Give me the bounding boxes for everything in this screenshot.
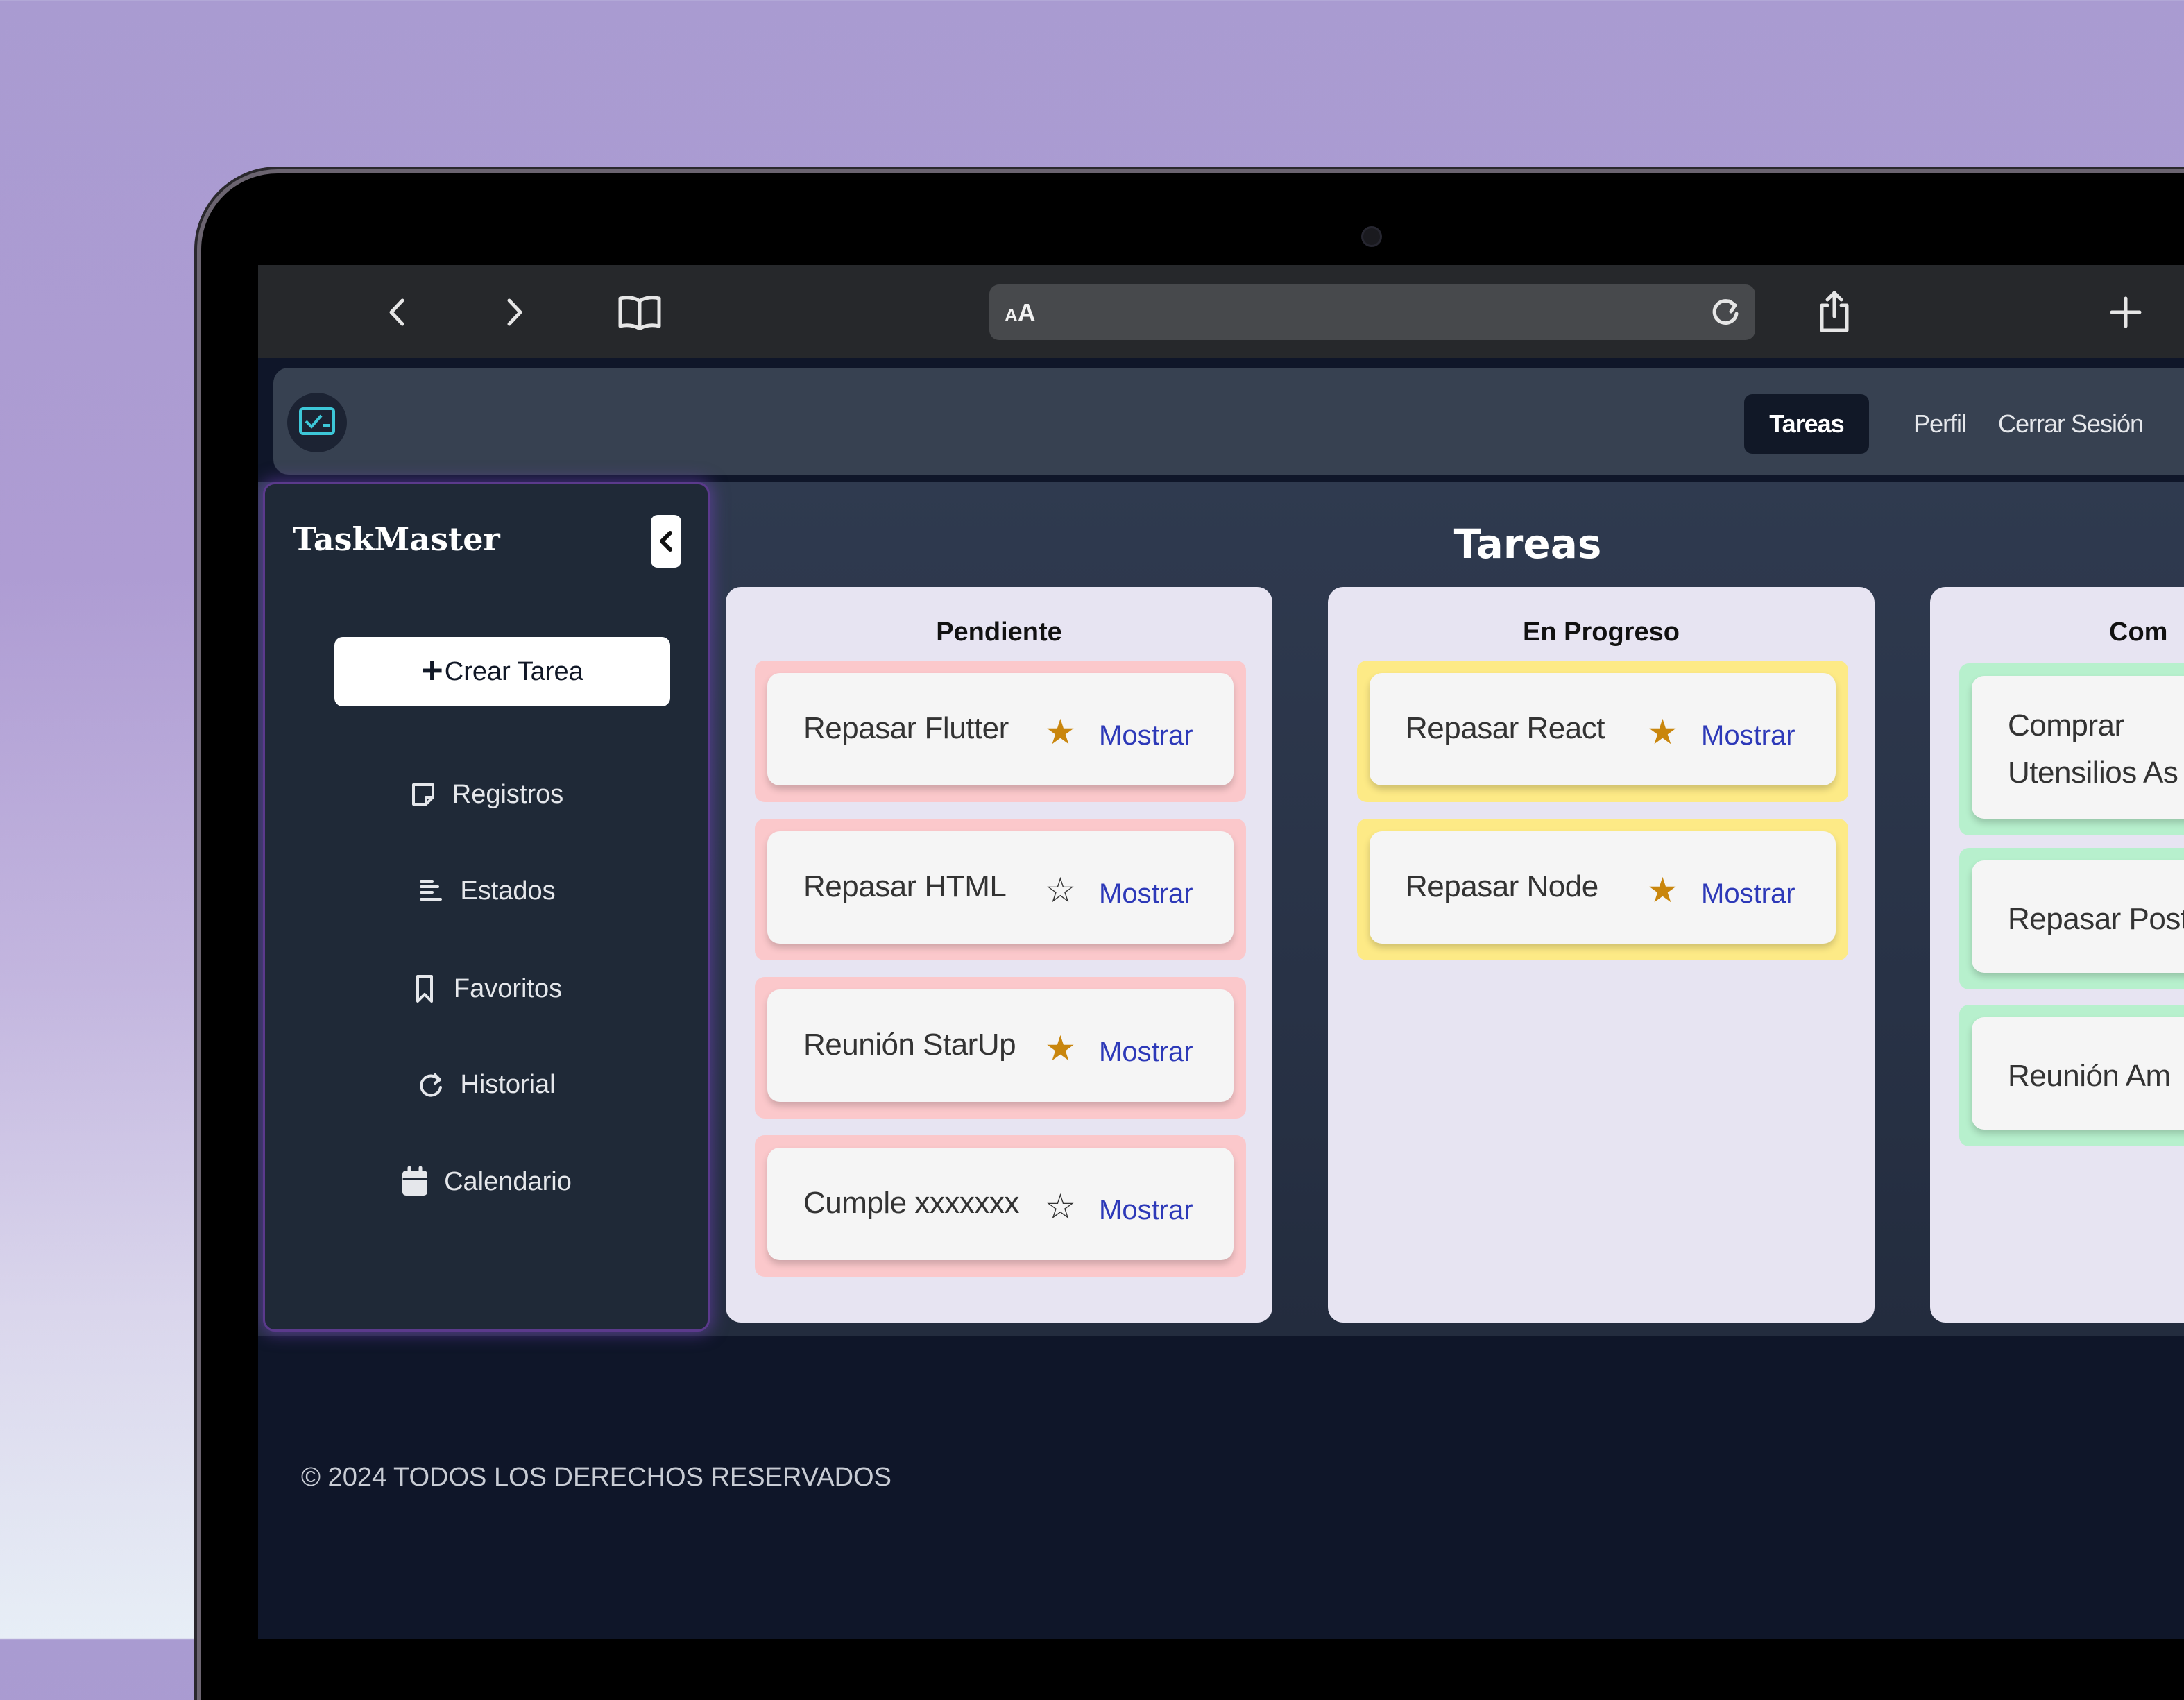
column-title: Pendiente: [936, 618, 1062, 647]
task-card[interactable]: Repasar Node ★ Mostrar: [1357, 819, 1848, 960]
camera-dot: [1361, 226, 1382, 247]
column-title: En Progreso: [1523, 618, 1680, 647]
app-logo[interactable]: [287, 393, 347, 452]
column-pendiente: Pendiente Repasar Flutter ★ Mostrar Repa…: [726, 587, 1272, 1323]
task-card[interactable]: Repasar HTML ☆ Mostrar: [755, 819, 1246, 960]
task-card-body: Repasar HTML ☆ Mostrar: [767, 831, 1234, 944]
task-card[interactable]: Comprar Utensilios As: [1959, 663, 2184, 835]
create-task-button[interactable]: + Crear Tarea: [334, 637, 670, 706]
address-bar[interactable]: AA: [989, 284, 1755, 340]
task-card-body: Repasar Node ★ Mostrar: [1370, 831, 1836, 944]
task-card-body: Repasar React ★ Mostrar: [1370, 673, 1836, 785]
column-title: Com: [2109, 618, 2168, 647]
forward-button[interactable]: [487, 284, 543, 340]
task-title-line-1: Comprar: [2008, 708, 2124, 742]
note-icon: [411, 783, 434, 806]
show-link[interactable]: Mostrar: [1099, 1037, 1193, 1068]
calendar-icon: [402, 1166, 428, 1196]
screen: AA Tareas Perfil Cerrar Sesión TaskMaste…: [258, 265, 2184, 1639]
collapse-sidebar-button[interactable]: [651, 515, 681, 568]
nav-cerrar-sesion[interactable]: Cerrar Sesión: [1998, 394, 2184, 454]
task-title: Repasar Flutter: [803, 711, 1009, 745]
show-link[interactable]: Mostrar: [1701, 720, 1795, 751]
task-title: Repasar Node: [1406, 869, 1598, 903]
show-link[interactable]: Mostrar: [1701, 878, 1795, 910]
task-logo-icon: [299, 407, 335, 435]
star-outline-icon[interactable]: ☆: [1045, 1189, 1076, 1224]
nav-perfil[interactable]: Perfil: [1894, 394, 1986, 454]
browser-toolbar: AA: [258, 265, 2184, 358]
show-link[interactable]: Mostrar: [1099, 720, 1193, 751]
show-link[interactable]: Mostrar: [1099, 1195, 1193, 1226]
reload-icon: [1712, 299, 1739, 325]
task-card[interactable]: Reunión StarUp ★ Mostrar: [755, 977, 1246, 1119]
task-title: Reunión StarUp: [803, 1028, 1016, 1062]
share-icon: [1820, 291, 1849, 332]
chevron-right-icon: [507, 298, 522, 326]
sidebar-item-calendario[interactable]: Calendario: [265, 1157, 708, 1206]
chevron-left-icon: [389, 298, 404, 326]
reader-text-size[interactable]: AA: [1005, 298, 1036, 328]
sidebar-item-registros[interactable]: Registros: [265, 770, 708, 819]
column-en-progreso: En Progreso Repasar React ★ Mostrar Repa…: [1328, 587, 1875, 1323]
sidebar-item-label: Calendario: [444, 1166, 572, 1196]
star-filled-icon[interactable]: ★: [1647, 715, 1678, 749]
refresh-icon: [420, 1073, 443, 1097]
share-button[interactable]: [1807, 284, 1862, 340]
top-navbar: Tareas Perfil Cerrar Sesión: [273, 368, 2184, 475]
back-button[interactable]: [369, 284, 425, 340]
star-outline-icon[interactable]: ☆: [1045, 873, 1076, 908]
sidebar-item-label: Estados: [460, 876, 556, 906]
sidebar: TaskMaster + Crear Tarea Registros Estad…: [265, 484, 708, 1329]
task-card-body: Reunión StarUp ★ Mostrar: [767, 989, 1234, 1102]
task-card[interactable]: Repasar Post: [1959, 848, 2184, 989]
nav-tareas[interactable]: Tareas: [1744, 394, 1869, 454]
task-card[interactable]: Reunión Am: [1959, 1005, 2184, 1146]
bookmarks-button[interactable]: [612, 284, 667, 340]
plus-icon: +: [421, 649, 443, 691]
book-icon: [618, 296, 661, 330]
task-title: Cumple xxxxxxx: [803, 1186, 1019, 1220]
brand-title: TaskMaster: [293, 520, 500, 558]
sidebar-item-label: Registros: [452, 779, 564, 809]
sidebar-item-label: Historial: [460, 1069, 556, 1099]
star-filled-icon[interactable]: ★: [1647, 873, 1678, 908]
sidebar-item-estados[interactable]: Estados: [265, 867, 708, 915]
bookmark-icon: [416, 975, 433, 1003]
sidebar-item-label: Favoritos: [453, 974, 563, 1003]
star-filled-icon[interactable]: ★: [1045, 715, 1076, 749]
task-title: Reunión Am: [2008, 1059, 2171, 1093]
sidebar-item-historial[interactable]: Historial: [265, 1060, 708, 1109]
list-icon: [420, 880, 443, 901]
main-area: TaskMaster + Crear Tarea Registros Estad…: [258, 482, 2184, 1336]
reload-button[interactable]: [1708, 294, 1743, 332]
new-tab-button[interactable]: [2098, 284, 2153, 340]
task-card[interactable]: Repasar React ★ Mostrar: [1357, 661, 1848, 802]
sidebar-item-favoritos[interactable]: Favoritos: [265, 964, 708, 1013]
task-card-body: Repasar Flutter ★ Mostrar: [767, 673, 1234, 785]
task-title: Repasar HTML: [803, 869, 1007, 903]
chevron-left-icon: [660, 531, 672, 552]
task-title: Comprar Utensilios As: [2008, 702, 2178, 797]
footer-copyright: © 2024 TODOS LOS DERECHOS RESERVADOS: [301, 1463, 891, 1492]
app: Tareas Perfil Cerrar Sesión TaskMaster +…: [258, 358, 2184, 1639]
plus-icon: [2110, 296, 2142, 328]
task-title-line-2: Utensilios As: [2008, 756, 2178, 790]
task-card[interactable]: Cumple xxxxxxx ☆ Mostrar: [755, 1135, 1246, 1277]
column-completado: Com Comprar Utensilios As Repasar Post R…: [1930, 587, 2184, 1323]
create-task-label: Crear Tarea: [444, 656, 583, 686]
page-title: Tareas: [1453, 520, 1602, 568]
star-filled-icon[interactable]: ★: [1045, 1031, 1076, 1066]
task-card-body: Repasar Post: [1972, 860, 2184, 973]
task-card[interactable]: Repasar Flutter ★ Mostrar: [755, 661, 1246, 802]
task-card-body: Reunión Am: [1972, 1017, 2184, 1130]
task-title: Repasar Post: [2008, 902, 2184, 936]
task-card-body: Cumple xxxxxxx ☆ Mostrar: [767, 1148, 1234, 1260]
show-link[interactable]: Mostrar: [1099, 878, 1193, 910]
task-title: Repasar React: [1406, 711, 1605, 745]
task-card-body: Comprar Utensilios As: [1972, 676, 2184, 819]
